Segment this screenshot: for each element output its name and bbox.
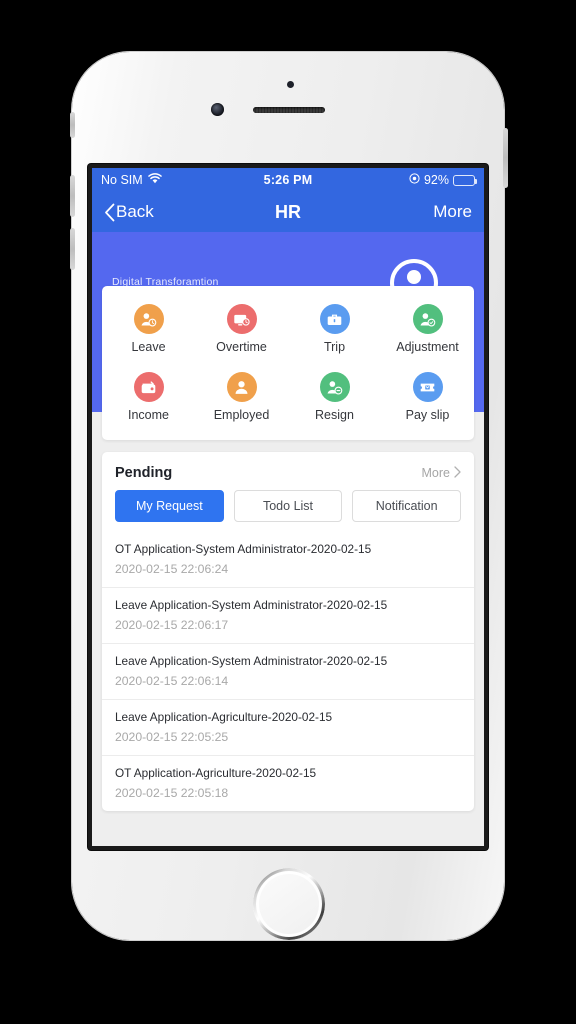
shortcut-pay-slip[interactable]: Pay slip — [381, 366, 474, 430]
request-timestamp: 2020-02-15 22:06:14 — [115, 674, 229, 688]
person-clock-icon — [133, 304, 164, 334]
shortcut-grid-card: Leave Overtime Trip Adjustment Income Em… — [102, 286, 474, 440]
shortcut-label: Trip — [323, 340, 346, 354]
screenshot-root: No SIM 5:26 PM 92% Back HR More Digital … — [0, 0, 576, 1024]
shortcut-label: Employed — [213, 408, 270, 422]
shortcut-leave[interactable]: Leave — [102, 298, 195, 362]
request-title: Leave Application-System Administrator-2… — [115, 598, 388, 612]
shortcut-resign[interactable]: Resign — [288, 366, 381, 430]
pending-more-link[interactable]: More — [421, 465, 461, 481]
pending-card: Pending More My Request Todo List Notifi… — [102, 452, 474, 811]
request-timestamp: 2020-02-15 22:05:25 — [115, 730, 229, 744]
navigation-bar: Back HR More — [92, 192, 484, 232]
shortcut-label: Adjustment — [396, 340, 459, 354]
home-button[interactable] — [256, 871, 322, 937]
briefcase-icon — [319, 304, 350, 334]
shortcut-grid: Leave Overtime Trip Adjustment Income Em… — [102, 298, 474, 430]
pending-tab-group: My Request Todo List Notification — [102, 490, 474, 532]
shortcut-label: Overtime — [216, 340, 267, 354]
silent-switch[interactable] — [70, 112, 75, 138]
person-minus-icon — [319, 372, 350, 402]
shortcut-trip[interactable]: Trip — [288, 298, 381, 362]
pending-header: Pending More — [102, 452, 474, 490]
battery-percent-label: 92% — [423, 173, 449, 187]
request-title: OT Application-System Administrator-2020… — [115, 542, 372, 556]
tab-notification[interactable]: Notification — [352, 490, 462, 522]
person-icon — [226, 372, 257, 402]
tab-my-request[interactable]: My Request — [115, 490, 224, 522]
volume-up-button[interactable] — [70, 175, 75, 217]
request-list: OT Application-System Administrator-2020… — [102, 532, 474, 811]
monitor-clock-icon — [226, 304, 257, 334]
shortcut-adjustment[interactable]: Adjustment — [381, 298, 474, 362]
list-item[interactable]: OT Application-Agriculture-2020-02-15 20… — [102, 755, 474, 811]
power-button[interactable] — [503, 128, 508, 188]
front-camera-icon — [211, 103, 224, 116]
pay-slip-icon — [412, 372, 443, 402]
status-bar-right: 92% — [288, 173, 477, 187]
earpiece-speaker-icon — [253, 107, 325, 113]
request-timestamp: 2020-02-15 22:05:18 — [115, 786, 229, 800]
list-item[interactable]: Leave Application-System Administrator-2… — [102, 587, 474, 643]
shortcut-label: Leave — [131, 340, 166, 354]
more-button[interactable]: More — [288, 202, 472, 222]
shortcut-label: Income — [128, 408, 169, 422]
list-item[interactable]: Leave Application-Agriculture-2020-02-15… — [102, 699, 474, 755]
tab-todo-list[interactable]: Todo List — [233, 490, 343, 522]
chevron-right-icon — [454, 465, 461, 481]
shortcut-income[interactable]: Income — [102, 366, 195, 430]
volume-down-button[interactable] — [70, 228, 75, 270]
request-title: Leave Application-System Administrator-2… — [115, 654, 388, 668]
location-services-icon — [409, 173, 420, 187]
request-timestamp: 2020-02-15 22:06:24 — [115, 562, 229, 576]
request-title: Leave Application-Agriculture-2020-02-15 — [115, 710, 333, 724]
wallet-icon — [133, 372, 164, 402]
content-scroll-area[interactable]: Digital Transforamtion Human Resource Ma… — [92, 232, 484, 846]
shortcut-employed[interactable]: Employed — [195, 366, 288, 430]
proximity-sensor-icon — [287, 81, 294, 88]
phone-screen: No SIM 5:26 PM 92% Back HR More Digital … — [92, 168, 484, 846]
request-title: OT Application-Agriculture-2020-02-15 — [115, 766, 317, 780]
shortcut-overtime[interactable]: Overtime — [195, 298, 288, 362]
status-bar: No SIM 5:26 PM 92% — [92, 168, 484, 192]
person-badge-icon — [412, 304, 443, 334]
shortcut-label: Resign — [315, 408, 354, 422]
request-timestamp: 2020-02-15 22:06:17 — [115, 618, 229, 632]
pending-title: Pending — [115, 465, 173, 481]
list-item[interactable]: Leave Application-System Administrator-2… — [102, 643, 474, 699]
battery-icon — [453, 174, 477, 186]
pending-more-label: More — [421, 466, 450, 480]
shortcut-label: Pay slip — [405, 408, 450, 422]
list-item[interactable]: OT Application-System Administrator-2020… — [102, 532, 474, 587]
